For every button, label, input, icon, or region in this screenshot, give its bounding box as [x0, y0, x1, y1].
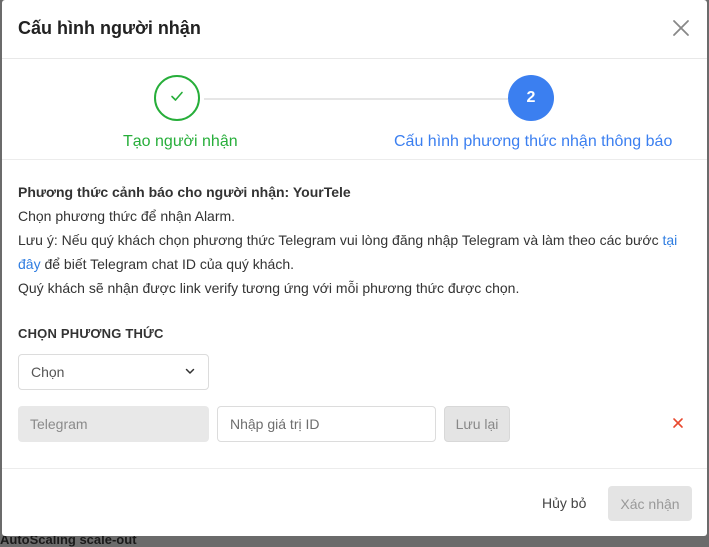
info-note-text: Lưu ý: Nếu quý khách chọn phương thức Te… — [18, 232, 663, 248]
info-heading: Phương thức cảnh báo cho người nhận: You… — [18, 184, 351, 200]
stepper: Tạo người nhận 2 Cấu hình phương thức nh… — [2, 59, 707, 160]
modal-header: Cấu hình người nhận — [2, 0, 707, 59]
info-note-text-after: để biết Telegram chat ID của quý khách. — [40, 256, 295, 272]
method-select[interactable]: Chọn — [18, 354, 209, 390]
step-1-circle — [154, 75, 200, 121]
info-line-1: Chọn phương thức để nhận Alarm. — [18, 208, 236, 224]
close-icon[interactable] — [669, 16, 693, 40]
remove-row-icon[interactable] — [667, 412, 689, 434]
check-icon — [170, 89, 184, 108]
modal-footer: Hủy bỏ Xác nhận — [2, 468, 707, 537]
method-row: Telegram Lưu lại — [18, 406, 691, 442]
method-section-label: CHỌN PHƯƠNG THỨC — [18, 326, 164, 341]
cancel-button[interactable]: Hủy bỏ — [524, 485, 604, 521]
recipient-config-modal: Cấu hình người nhận Tạo người nhận 2 Cấu… — [2, 0, 707, 536]
stepper-connector — [204, 98, 508, 100]
save-button[interactable]: Lưu lại — [444, 406, 510, 442]
step-1-label: Tạo người nhận — [123, 133, 238, 150]
step-2-label: Cấu hình phương thức nhận thông báo — [394, 133, 673, 150]
modal-body: Phương thức cảnh báo cho người nhận: You… — [2, 160, 707, 442]
method-select-value: Chọn — [31, 364, 65, 380]
info-line-3: Quý khách sẽ nhận được link verify tương… — [18, 280, 520, 296]
id-input[interactable] — [217, 406, 436, 442]
step-2-circle: 2 — [508, 75, 554, 121]
modal-title: Cấu hình người nhận — [18, 18, 201, 38]
info-note: Lưu ý: Nếu quý khách chọn phương thức Te… — [18, 228, 691, 276]
chevron-down-icon — [184, 360, 196, 384]
method-name-field: Telegram — [18, 406, 209, 442]
confirm-button[interactable]: Xác nhận — [608, 486, 692, 521]
